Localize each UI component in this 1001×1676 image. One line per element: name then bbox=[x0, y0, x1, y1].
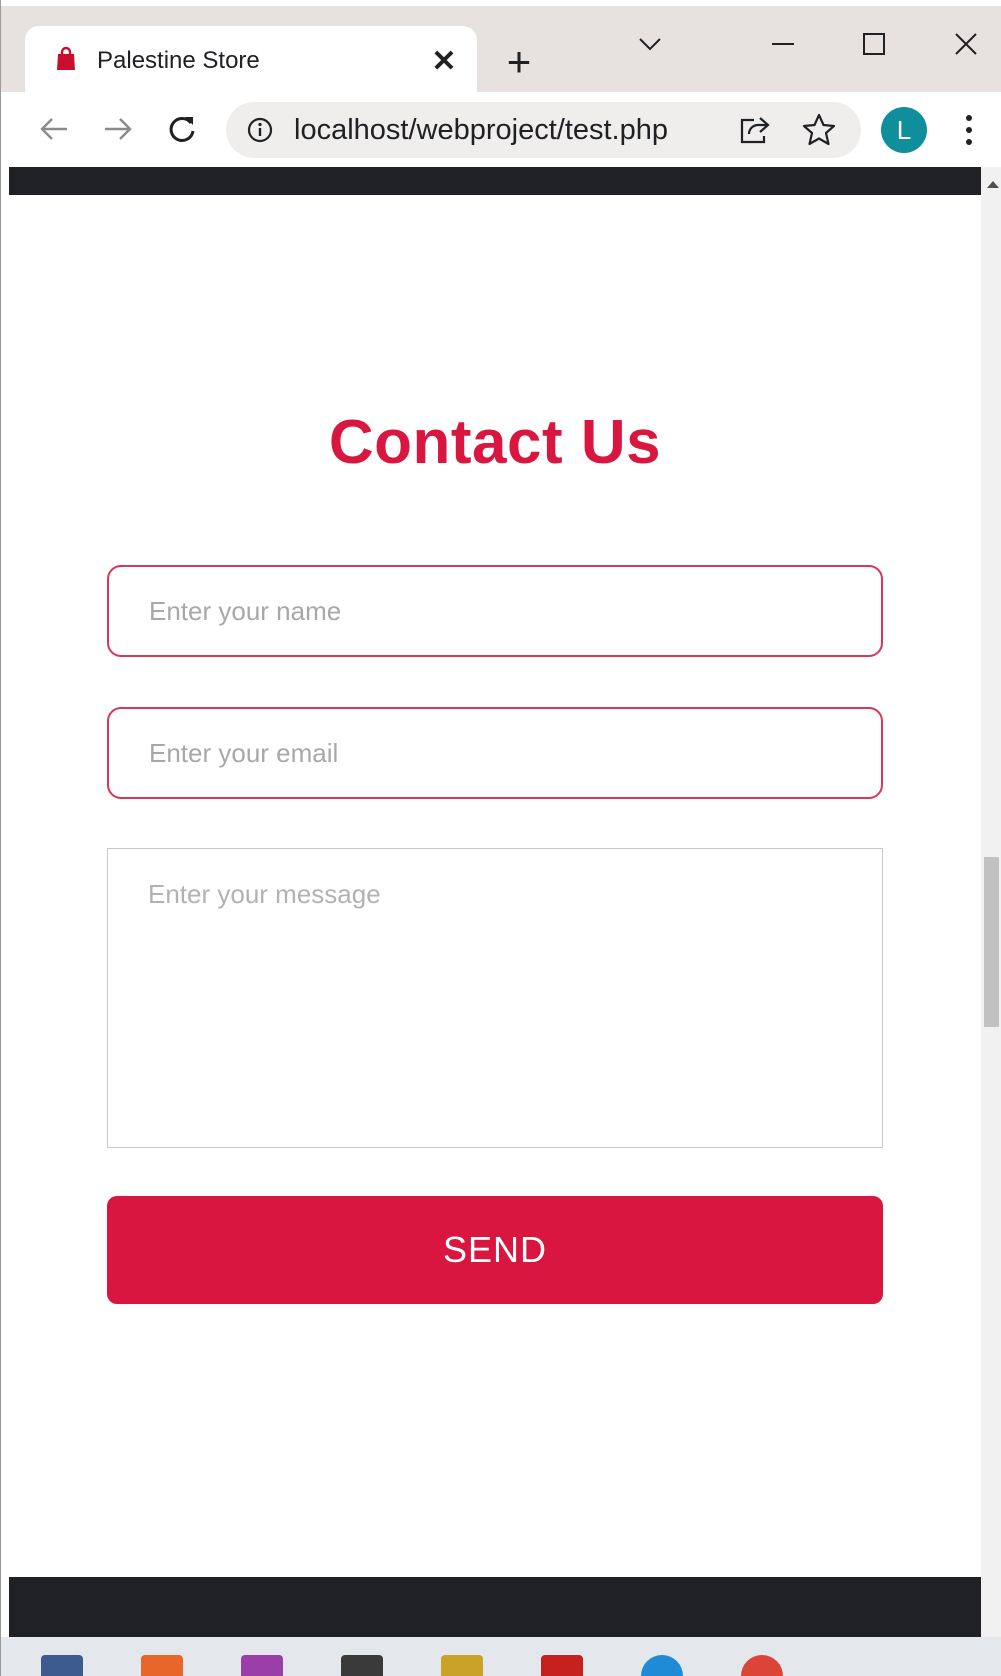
reload-icon[interactable] bbox=[157, 104, 207, 154]
scroll-thumb[interactable] bbox=[984, 857, 999, 1027]
email-field[interactable] bbox=[107, 707, 883, 799]
address-bar[interactable]: localhost/webproject/test.php bbox=[226, 102, 861, 158]
maximize-icon[interactable] bbox=[849, 24, 899, 64]
phpstorm-icon[interactable] bbox=[241, 1655, 283, 1676]
edge-icon[interactable] bbox=[641, 1655, 683, 1676]
header-bar bbox=[9, 167, 981, 195]
page-title: Contact Us bbox=[328, 408, 662, 477]
browser-toolbar: localhost/webproject/test.php L bbox=[1, 92, 1001, 167]
page-scrollbar[interactable] bbox=[981, 167, 1001, 1637]
footer-bar bbox=[9, 1577, 981, 1637]
file-manager-icon[interactable] bbox=[41, 1655, 83, 1676]
star-icon[interactable] bbox=[801, 112, 837, 148]
minimize-icon[interactable] bbox=[758, 24, 808, 64]
media-icon[interactable] bbox=[441, 1655, 483, 1676]
share-icon[interactable] bbox=[738, 114, 772, 146]
tab-title: Palestine Store bbox=[97, 47, 260, 74]
kebab-menu-icon[interactable] bbox=[951, 108, 987, 152]
message-field[interactable] bbox=[107, 848, 883, 1148]
new-tab-button[interactable]: + bbox=[497, 40, 541, 84]
gmail-icon[interactable] bbox=[541, 1655, 583, 1676]
page-viewport: Contact Us SEND bbox=[9, 167, 981, 1637]
tab-search-icon[interactable] bbox=[625, 24, 675, 64]
tab-close-icon[interactable]: ✕ bbox=[423, 40, 465, 82]
shopping-bag-icon bbox=[57, 46, 75, 70]
app-icon[interactable] bbox=[341, 1655, 383, 1676]
taskbar bbox=[1, 1637, 1001, 1676]
name-field[interactable] bbox=[107, 565, 883, 657]
tab-strip: Palestine Store ✕ + bbox=[1, 0, 1001, 98]
xampp-icon[interactable] bbox=[141, 1655, 183, 1676]
scroll-up-icon[interactable] bbox=[987, 181, 999, 188]
profile-avatar[interactable]: L bbox=[881, 107, 927, 153]
forward-arrow-icon[interactable] bbox=[93, 104, 143, 154]
info-icon[interactable] bbox=[246, 116, 274, 144]
tab-palestine-store[interactable]: Palestine Store ✕ bbox=[25, 26, 477, 98]
browser-window: Palestine Store ✕ + localhost/webproject… bbox=[0, 0, 1001, 1676]
close-window-icon[interactable] bbox=[941, 24, 991, 64]
chrome-icon[interactable] bbox=[741, 1655, 783, 1676]
send-button[interactable]: SEND bbox=[107, 1196, 883, 1304]
back-arrow-icon[interactable] bbox=[29, 104, 79, 154]
url-text[interactable]: localhost/webproject/test.php bbox=[294, 113, 668, 147]
